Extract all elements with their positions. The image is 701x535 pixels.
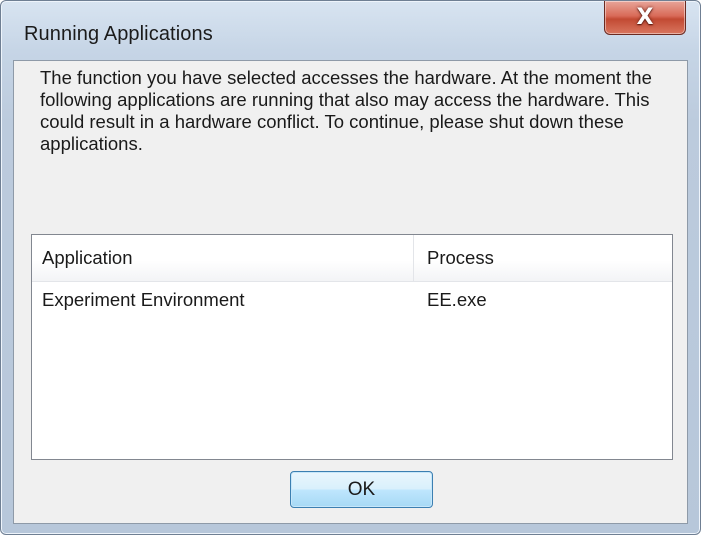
dialog-content: The function you have selected accesses … xyxy=(13,60,688,524)
message-text: The function you have selected accesses … xyxy=(40,67,680,155)
close-icon: X xyxy=(636,5,654,30)
title-bar[interactable]: Running Applications X xyxy=(1,1,700,61)
column-header-process[interactable]: Process xyxy=(414,235,672,281)
list-header: Application Process xyxy=(32,235,672,282)
cell-process: EE.exe xyxy=(427,289,487,310)
close-button[interactable]: X xyxy=(604,1,686,35)
column-header-application[interactable]: Application xyxy=(32,235,414,281)
cell-application: Experiment Environment xyxy=(42,289,245,310)
dialog-window: Running Applications X The function you … xyxy=(0,0,701,535)
running-applications-list[interactable]: Application Process Experiment Environme… xyxy=(31,234,673,460)
window-title: Running Applications xyxy=(24,23,213,45)
table-row[interactable]: Experiment Environment EE.exe xyxy=(32,281,672,319)
message-paragraph: The function you have selected accesses … xyxy=(40,67,652,154)
ok-button[interactable]: OK xyxy=(290,471,433,508)
